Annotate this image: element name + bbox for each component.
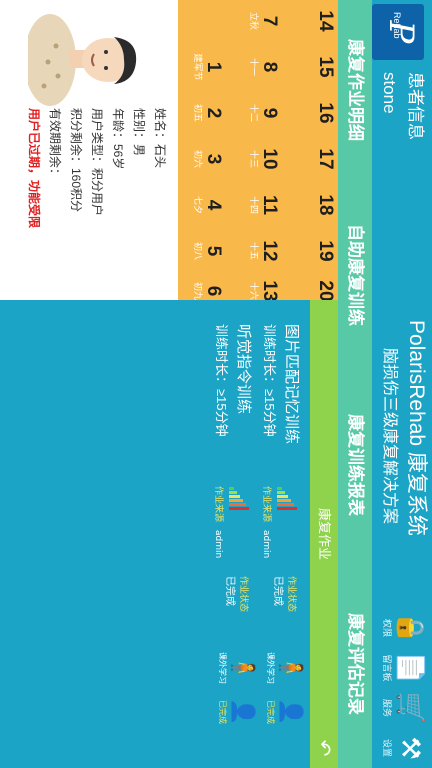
homework-status: 作业状态 已完成 <box>272 576 296 613</box>
homework-duration: 训练时长：≥15分钟 <box>214 324 229 437</box>
patient-age-line: 年龄：56岁 <box>111 108 125 170</box>
nav-assessment-records[interactable]: 康复评估记录 <box>338 560 372 768</box>
nav-training-report[interactable]: 康复训练报表 <box>338 370 372 560</box>
top-toolbar: 🔒 权限 📄 留言板 🛒 服务 ⚒ 设置 <box>372 608 432 768</box>
calendar-day[interactable]: 11 十四 <box>247 184 280 226</box>
patient-name: stone <box>380 72 399 114</box>
settings-button[interactable]: ⚒ 设置 <box>376 728 428 768</box>
nav-homework-details[interactable]: 康复作业明细 <box>338 0 372 180</box>
lock-icon: 🔒 <box>395 611 425 645</box>
homework-source: 作业来源admin <box>213 486 223 559</box>
homework-source: 作业来源admin <box>261 486 271 559</box>
app-title: PolarisRehab 康复系统 <box>405 320 428 536</box>
brand: PolarisRehab 康复系统 脑损伤三级康复解决方案 <box>374 320 430 650</box>
avatar <box>28 14 137 106</box>
app-logo: P Rehab <box>372 4 424 60</box>
main-nav: 康复作业明细 自助康复训练 康复训练报表 康复评估记录 <box>338 0 372 768</box>
calendar-day[interactable]: 18 <box>314 184 336 226</box>
calendar-day[interactable]: 10 十三 <box>247 138 280 180</box>
service-button[interactable]: 🛒 服务 <box>376 688 428 728</box>
patient-name-line: 姓名：石头 <box>153 108 167 169</box>
message-board-button[interactable]: 📄 留言板 <box>376 648 428 688</box>
expiry-line: 有效期剩余： <box>48 108 62 181</box>
calendar-day[interactable]: 12 十五 <box>247 230 280 272</box>
patient-label: 患者信息 <box>406 72 425 140</box>
calendar-day[interactable]: 8 十一 <box>247 46 280 88</box>
patient-details: 姓名：石头 性别：男 年龄：56岁 用户类型：积分用户 积分剩余：160积分 有… <box>23 108 170 298</box>
calendar-day[interactable]: 14 <box>314 0 336 42</box>
calendar-day[interactable]: 1 建军节 <box>191 46 224 88</box>
calendar-day[interactable]: 5 初八 <box>191 230 224 272</box>
level-chart-icon <box>229 487 249 510</box>
back-arrow-icon[interactable]: ↶ <box>312 736 336 760</box>
app-screen: P Rehab 患者信息 stone PolarisRehab 康复系统 脑损伤三… <box>0 0 432 768</box>
homework-duration: 训练时长：≥15分钟 <box>262 324 277 437</box>
homework-item[interactable]: 图片匹配记忆训练 训练时长：≥15分钟 作业来源admin 作业状态 已完成 🧍 课… <box>258 300 304 768</box>
homework-status: 作业状态 已完成 <box>224 576 248 613</box>
app-subtitle: 脑损伤三级康复解决方案 <box>381 348 398 525</box>
calendar-day[interactable]: 19 <box>314 230 336 272</box>
expired-warning: 用户已过期，功能受限 <box>27 108 41 229</box>
level-chart-icon <box>277 487 297 510</box>
done-figure-icon[interactable]: 👤 已完成 <box>214 692 256 732</box>
calendar-day[interactable]: 17 <box>314 138 336 180</box>
patient-gender-line: 性别：男 <box>132 108 146 157</box>
points-line: 积分剩余：160积分 <box>69 108 83 213</box>
homework-name: 图片匹配记忆训练 <box>283 324 300 445</box>
nav-self-training[interactable]: 自助康复训练 <box>338 180 372 370</box>
study-figure-icon[interactable]: 🧍 课外学习 <box>262 648 304 688</box>
calendar: 14 15 16 17 18 19 20 7 立秋 8 十一 9 十二 10 十三 11… <box>178 0 338 302</box>
calendar-day[interactable]: 16 <box>314 92 336 134</box>
calendar-day[interactable]: 9 十二 <box>247 92 280 134</box>
user-type-line: 用户类型：积分用户 <box>90 108 104 217</box>
calendar-day[interactable]: 7 立秋 <box>247 0 280 42</box>
patient-info[interactable]: 患者信息 stone <box>374 72 428 212</box>
done-figure-icon[interactable]: 👤 已完成 <box>262 692 304 732</box>
cart-icon: 🛒 <box>395 691 425 725</box>
homework-name: 听觉指令训练 <box>235 324 252 415</box>
study-figure-icon[interactable]: 🧍 课外学习 <box>214 648 256 688</box>
document-icon: 📄 <box>395 651 425 685</box>
header: P Rehab 患者信息 stone PolarisRehab 康复系统 脑损伤三… <box>372 0 432 768</box>
homework-title: 康复作业 <box>310 300 338 768</box>
homework-item[interactable]: 听觉指令训练 训练时长：≥15分钟 作业来源admin 作业状态 已完成 🧍 课外学… <box>210 300 256 768</box>
calendar-day[interactable]: 3 初六 <box>191 138 224 180</box>
homework-panel: 康复作业 ↶ 图片匹配记忆训练 训练时长：≥15分钟 作业来源admin 作业状… <box>0 300 338 768</box>
tools-icon: ⚒ <box>395 736 425 760</box>
calendar-day[interactable]: 2 初五 <box>191 92 224 134</box>
calendar-day[interactable]: 15 <box>314 46 336 88</box>
patient-profile: 姓名：石头 性别：男 年龄：56岁 用户类型：积分用户 积分剩余：160积分 有… <box>0 0 178 300</box>
lock-button[interactable]: 🔒 权限 <box>376 608 428 648</box>
calendar-day[interactable]: 4 七夕 <box>191 184 224 226</box>
